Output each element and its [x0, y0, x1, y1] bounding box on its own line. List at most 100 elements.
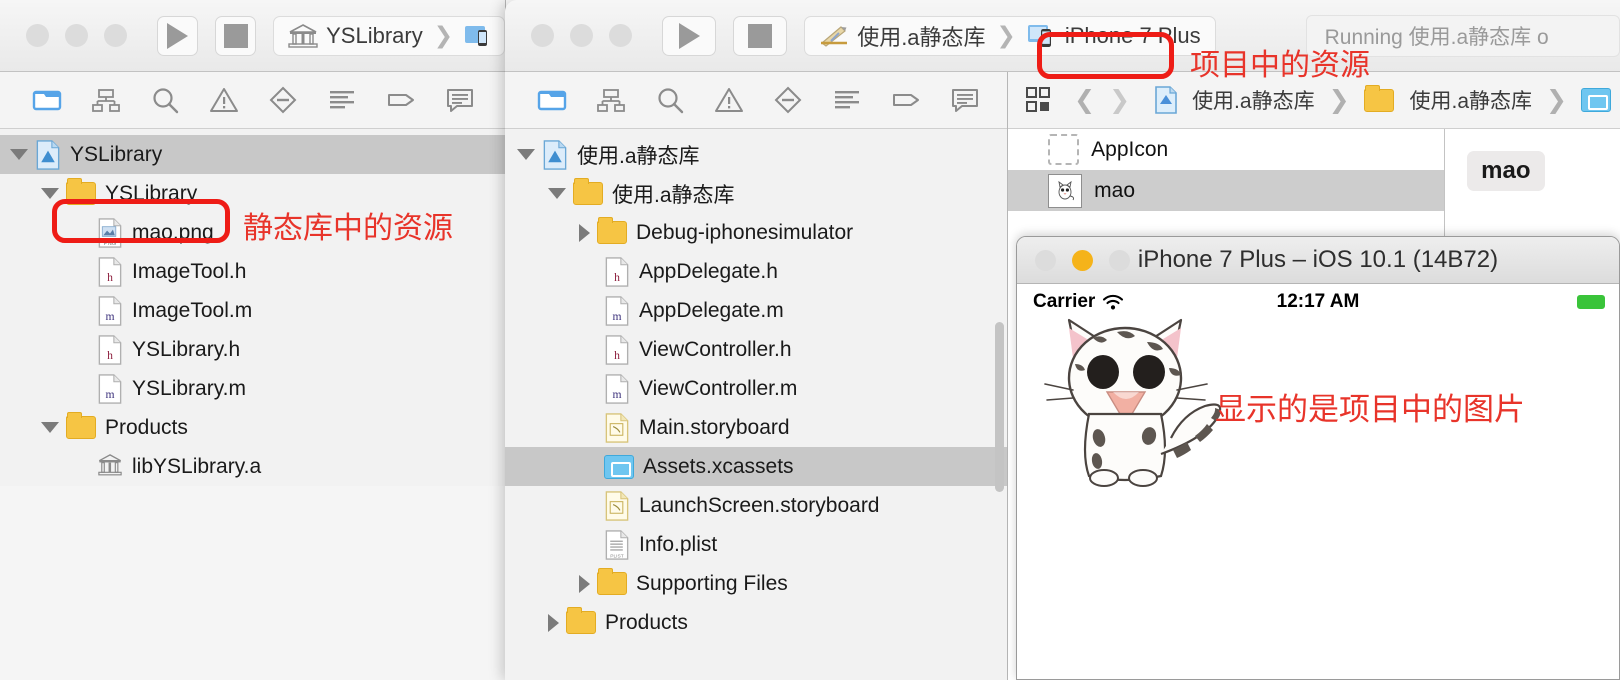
- svg-text:h: h: [107, 271, 113, 284]
- warning-navigator-icon[interactable]: [209, 85, 239, 115]
- win2-scheme-product-label: 使用.a静态库: [857, 24, 986, 50]
- hierarchy-navigator-icon[interactable]: [91, 85, 121, 115]
- tree-row[interactable]: LaunchScreen.storyboard: [505, 486, 1007, 525]
- zoom-button[interactable]: [104, 24, 127, 47]
- tree-row-label: AppDelegate.h: [639, 259, 778, 283]
- tree-row[interactable]: h YSLibrary.h: [0, 330, 505, 369]
- tree-row[interactable]: 使用.a静态库: [505, 174, 1007, 213]
- report-navigator-icon[interactable]: [950, 85, 980, 115]
- tree-row[interactable]: m ImageTool.m: [0, 291, 505, 330]
- tree-row[interactable]: libYSLibrary.a: [0, 447, 505, 486]
- close-button[interactable]: [1035, 249, 1056, 271]
- tree-row[interactable]: m AppDelegate.m: [505, 291, 1007, 330]
- tag-navigator-icon[interactable]: [386, 85, 416, 115]
- device-icon: [465, 25, 487, 46]
- warning-navigator-icon[interactable]: [714, 85, 744, 115]
- tree-row[interactable]: h ViewController.h: [505, 330, 1007, 369]
- tree-row[interactable]: Assets.xcassets: [505, 447, 1008, 486]
- issue-navigator-icon[interactable]: [773, 85, 803, 115]
- simulator-annotation-text: 显示的是项目中的图片: [1215, 392, 1525, 428]
- tree-row[interactable]: h ImageTool.h: [0, 252, 505, 291]
- disclosure-triangle-icon[interactable]: [548, 188, 566, 199]
- tree-row[interactable]: Products: [505, 603, 1007, 642]
- tree-row[interactable]: Products: [0, 408, 505, 447]
- minimize-button[interactable]: [65, 24, 88, 47]
- win1-annotation-text: 静态库中的资源: [243, 211, 453, 246]
- hierarchy-navigator-icon[interactable]: [596, 85, 626, 115]
- svg-text:m: m: [612, 310, 621, 323]
- tree-row[interactable]: YSLibrary: [0, 135, 505, 174]
- disclosure-triangle-icon[interactable]: [41, 422, 59, 433]
- tree-row[interactable]: Main.storyboard: [505, 408, 1007, 447]
- zoom-button[interactable]: [1109, 249, 1130, 271]
- folder-icon: [66, 412, 96, 439]
- asset-list-item-appicon[interactable]: AppIcon: [1008, 129, 1444, 170]
- navigator-scrollbar[interactable]: [995, 322, 1005, 492]
- stop-button[interactable]: [215, 15, 257, 56]
- minimize-button[interactable]: [1072, 249, 1093, 271]
- minimize-button[interactable]: [570, 24, 593, 47]
- folder-navigator-icon[interactable]: [32, 85, 62, 115]
- win1-navigator-icon-group: [0, 85, 475, 115]
- jump-bar-back-icon[interactable]: ❮: [1074, 85, 1095, 115]
- zoom-button[interactable]: [609, 24, 632, 47]
- jump-bar-forward-icon[interactable]: ❯: [1109, 85, 1130, 115]
- tree-row[interactable]: h AppDelegate.h: [505, 252, 1007, 291]
- h-file-icon: h: [98, 256, 122, 287]
- jump-crumb-group[interactable]: 使用.a静态库: [1410, 85, 1533, 115]
- close-button[interactable]: [531, 24, 554, 47]
- jump-bar-separator-icon: ❯: [1546, 86, 1567, 114]
- simulator-screen[interactable]: Carrier 12:17 AM 显示的是项目中的图片: [1017, 284, 1619, 679]
- disclosure-triangle-icon[interactable]: [10, 149, 28, 160]
- run-button[interactable]: [157, 15, 199, 56]
- asset-list-item-mao[interactable]: mao: [1008, 170, 1445, 211]
- disclosure-triangle-icon[interactable]: [579, 223, 590, 242]
- related-items-icon[interactable]: [1026, 87, 1052, 113]
- test-navigator-icon[interactable]: [832, 85, 862, 115]
- tree-row-label: 使用.a静态库: [612, 183, 735, 207]
- disclosure-triangle-icon[interactable]: [579, 574, 590, 593]
- xcode-project-icon: [1155, 86, 1177, 114]
- win2-navigator-toolbar: [505, 72, 1008, 129]
- simulator-titlebar: iPhone 7 Plus – iOS 10.1 (14B72): [1017, 237, 1619, 284]
- disclosure-triangle-icon[interactable]: [41, 188, 59, 199]
- issue-navigator-icon[interactable]: [268, 85, 298, 115]
- win2-scheme-selector[interactable]: 使用.a静态库 ❯ iPhone 7 Plus: [804, 15, 1216, 56]
- tree-row[interactable]: 使用.a静态库: [505, 135, 1007, 174]
- asset-list-item-label: mao: [1094, 178, 1136, 202]
- win1-scheme-selector[interactable]: YSLibrary ❯: [273, 15, 505, 56]
- asset-set-name-field[interactable]: mao: [1467, 151, 1545, 191]
- tree-row-label: ViewController.m: [639, 376, 798, 400]
- tree-row-label: YSLibrary.m: [132, 376, 246, 400]
- tree-row-label: 使用.a静态库: [577, 144, 700, 168]
- run-button[interactable]: [662, 15, 717, 56]
- search-navigator-icon[interactable]: [655, 85, 685, 115]
- close-button[interactable]: [26, 24, 49, 47]
- tag-navigator-icon[interactable]: [891, 85, 921, 115]
- stop-button[interactable]: [733, 15, 788, 56]
- disclosure-triangle-icon[interactable]: [517, 149, 535, 160]
- m-file-icon: m: [98, 295, 122, 326]
- disclosure-spacer: [72, 310, 90, 311]
- folder-icon: [566, 607, 596, 634]
- win1-project-navigator[interactable]: YSLibrary YSLibrary PNG mao.png h ImageTool.h…: [0, 129, 505, 486]
- test-navigator-icon[interactable]: [327, 85, 357, 115]
- h-file-icon: h: [605, 256, 629, 287]
- folder-navigator-icon[interactable]: [537, 85, 567, 115]
- folder-icon: [1363, 84, 1394, 112]
- search-navigator-icon[interactable]: [150, 85, 180, 115]
- tree-row-label: Main.storyboard: [639, 415, 790, 439]
- win2-project-navigator[interactable]: 使用.a静态库 使用.a静态库 Debug-iphonesimulator h AppD…: [505, 129, 1008, 642]
- h-file-icon: h: [605, 334, 629, 365]
- report-navigator-icon[interactable]: [445, 85, 475, 115]
- tree-row[interactable]: m YSLibrary.m: [0, 369, 505, 408]
- battery-icon: [1577, 295, 1605, 309]
- tree-row-label: LaunchScreen.storyboard: [639, 493, 880, 517]
- tree-row[interactable]: Supporting Files: [505, 564, 1007, 603]
- disclosure-triangle-icon[interactable]: [548, 613, 559, 632]
- tree-row[interactable]: Debug-iphonesimulator: [505, 213, 1007, 252]
- jump-crumb-project[interactable]: 使用.a静态库: [1192, 85, 1315, 115]
- tree-row[interactable]: PLIST Info.plist: [505, 525, 1007, 564]
- tree-row[interactable]: m ViewController.m: [505, 369, 1007, 408]
- win2-scheme-destination-label: iPhone 7 Plus: [1064, 22, 1201, 48]
